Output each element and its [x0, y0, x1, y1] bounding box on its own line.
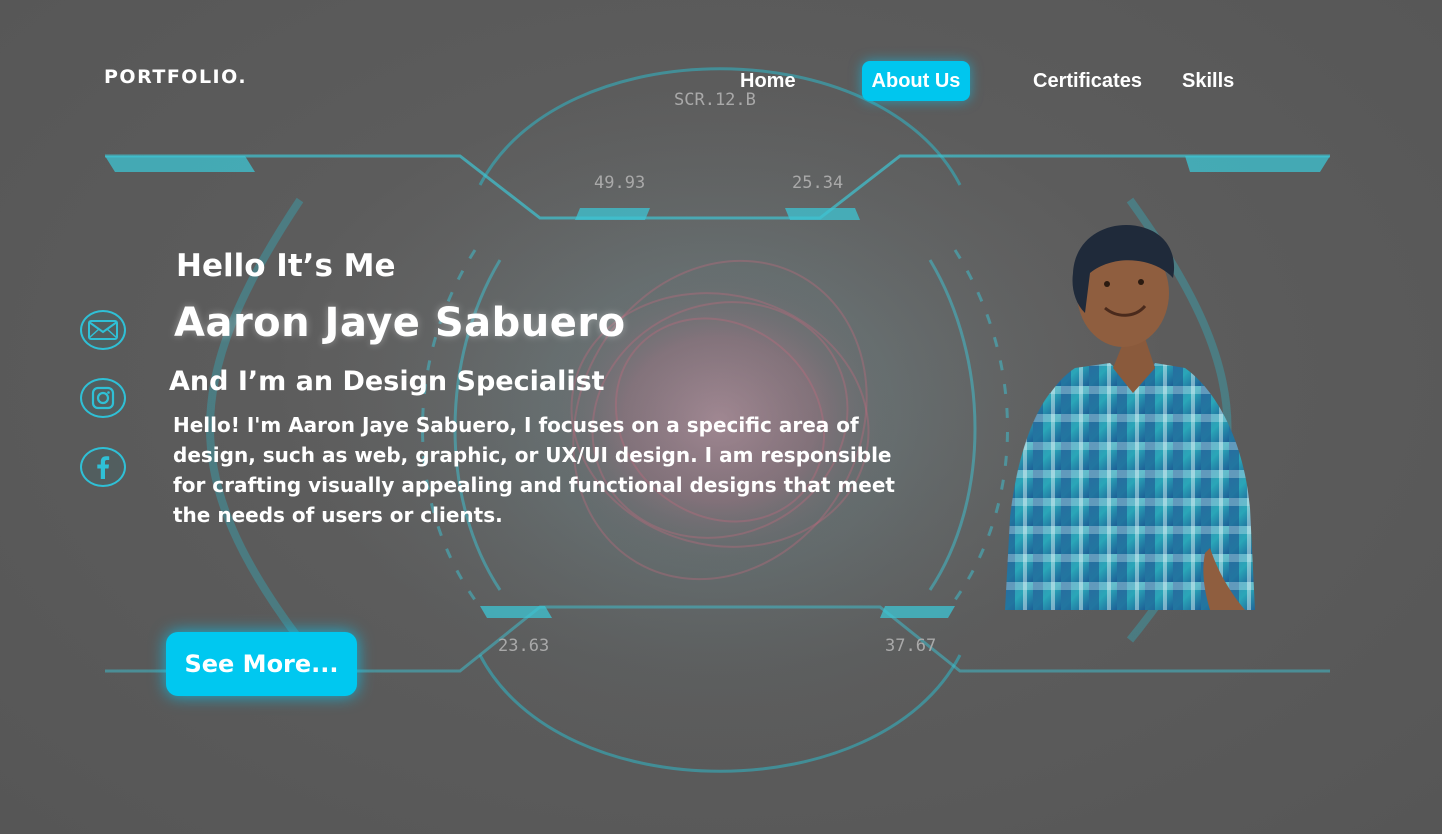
hero-role: And I’m an Design Specialist [169, 366, 605, 397]
instagram-icon [91, 386, 115, 410]
hero-bio: Hello! I'm Aaron Jaye Sabuero, I focuses… [173, 413, 895, 527]
facebook-link[interactable] [80, 447, 126, 487]
email-link[interactable] [80, 310, 126, 350]
hero-name: Aaron Jaye Sabuero [174, 300, 626, 346]
profile-photo [1005, 225, 1255, 610]
hud-label-lower-left: 23.63 [498, 636, 550, 656]
see-more-button[interactable]: See More... [166, 632, 357, 696]
portfolio-page: SCR.12.B 49.93 25.34 23.63 37.67 PORTFOL… [0, 0, 1442, 834]
nav-certificates[interactable]: Certificates [1033, 61, 1142, 101]
brand-logo[interactable]: PORTFOLIO. [104, 66, 247, 88]
mail-icon [88, 320, 118, 340]
hud-label-lower-right: 37.67 [885, 636, 937, 656]
hud-label-upper-left: 49.93 [594, 173, 646, 193]
hud-label-upper-right: 25.34 [792, 173, 844, 193]
nav-home[interactable]: Home [740, 61, 796, 101]
instagram-link[interactable] [80, 378, 126, 418]
hero-greeting: Hello It’s Me [176, 248, 396, 284]
nav-about-us[interactable]: About Us [862, 61, 970, 101]
facebook-icon [97, 456, 110, 479]
nav-skills[interactable]: Skills [1182, 61, 1234, 101]
